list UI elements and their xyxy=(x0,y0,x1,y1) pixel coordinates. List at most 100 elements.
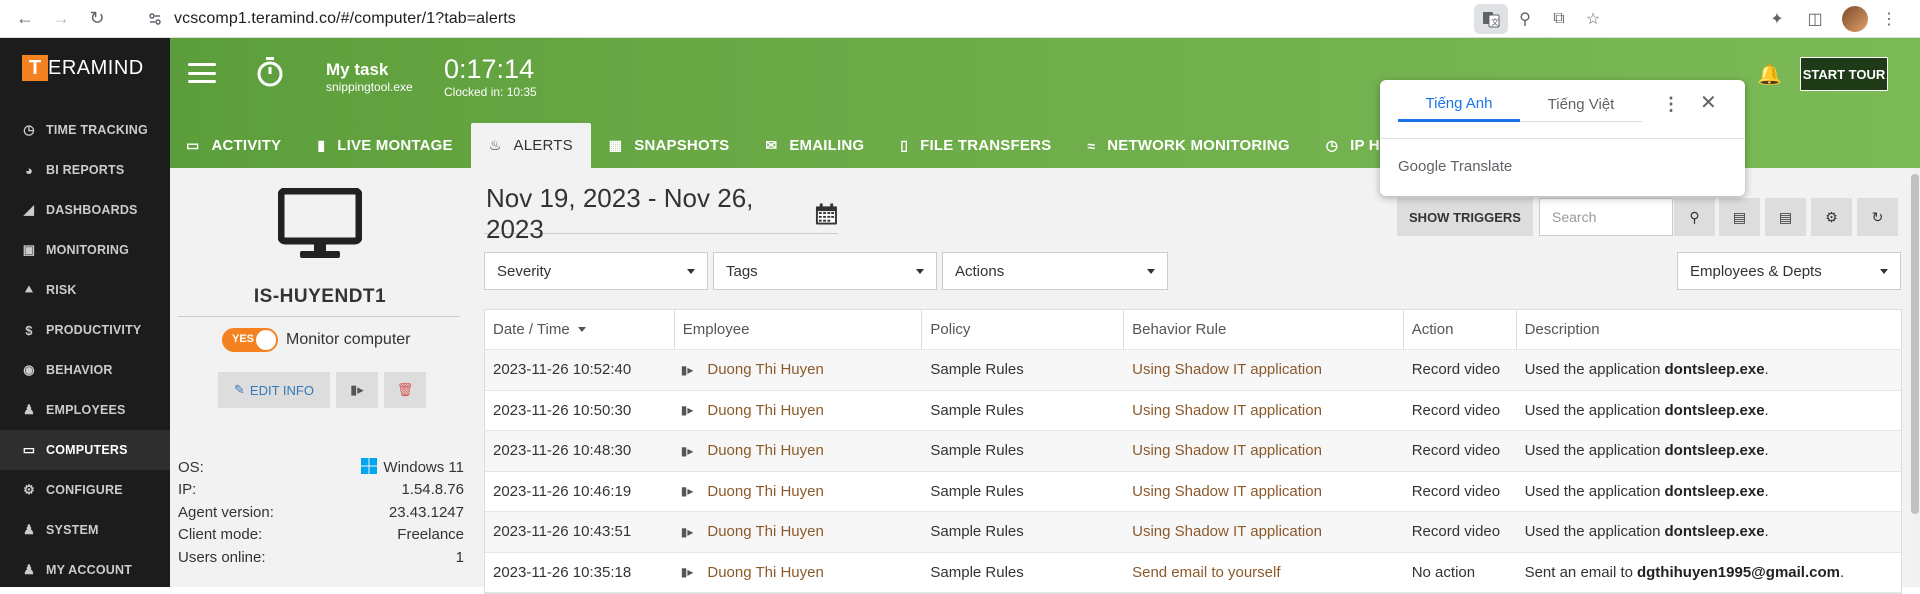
column-header-policy[interactable]: Policy xyxy=(922,310,1125,349)
site-info-icon[interactable] xyxy=(146,10,164,28)
teramind-logo[interactable]: T ERAMIND xyxy=(0,38,170,98)
share-icon[interactable]: ⧉ xyxy=(1542,4,1576,34)
behavior-rule-link[interactable]: Using Shadow IT application xyxy=(1124,472,1404,512)
sidebar-item-dashboards[interactable]: ◢ DASHBOARDS xyxy=(0,190,170,230)
column-header-description[interactable]: Description xyxy=(1517,310,1901,349)
calendar-icon[interactable] xyxy=(815,202,838,226)
monitor-toggle[interactable]: YES xyxy=(222,328,278,352)
tab-alerts[interactable]: ♨ ALERTS xyxy=(470,123,591,168)
sidebar-item-risk[interactable]: ⯅ RISK xyxy=(0,270,170,310)
side-panel-icon[interactable]: ◫ xyxy=(1798,4,1832,34)
back-icon[interactable]: ← xyxy=(10,4,40,34)
bookmark-star-icon[interactable]: ☆ xyxy=(1576,4,1610,34)
tab-label: LIVE MONTAGE xyxy=(337,137,453,154)
translate-icon[interactable]: 文 xyxy=(1474,4,1508,34)
behavior-rule-link[interactable]: Using Shadow IT application xyxy=(1124,391,1404,431)
sidebar-item-system[interactable]: ♟ SYSTEM xyxy=(0,510,170,550)
refresh-icon[interactable]: ↻ xyxy=(1857,198,1898,236)
video-camera-button[interactable]: ▮▸ xyxy=(336,372,378,408)
sidebar-item-configure[interactable]: ⚙ CONFIGURE xyxy=(0,470,170,510)
edit-info-button[interactable]: ✎ EDIT INFO xyxy=(218,372,330,408)
sidebar-item-my-account[interactable]: ♟ MY ACCOUNT xyxy=(0,550,170,590)
dropdown-label: Severity xyxy=(497,262,552,280)
sidebar-item-employees[interactable]: ♟ EMPLOYEES xyxy=(0,390,170,430)
export-csv-icon[interactable]: ▤ xyxy=(1719,198,1760,236)
scrollbar-thumb[interactable] xyxy=(1911,174,1919,514)
video-camera-icon[interactable]: ▮▸ xyxy=(681,525,694,539)
tab-network-monitoring[interactable]: ≈ NETWORK MONITORING xyxy=(1069,123,1307,168)
tab-emailing[interactable]: ✉ EMAILING xyxy=(747,123,882,168)
translate-tab-source[interactable]: Tiếng Anh xyxy=(1398,88,1520,122)
sidebar-item-monitoring[interactable]: ▣ MONITORING xyxy=(0,230,170,270)
behavior-rule-link[interactable]: Using Shadow IT application xyxy=(1124,512,1404,552)
sidebar-item-computers[interactable]: ▭ COMPUTERS xyxy=(0,430,170,470)
sidebar-item-behavior[interactable]: ◉ BEHAVIOR xyxy=(0,350,170,390)
sidebar-item-productivity[interactable]: $ PRODUCTIVITY xyxy=(0,310,170,350)
cell-description: Used the application dontsleep.exe. xyxy=(1517,472,1901,512)
sidebar-item-time-tracking[interactable]: ◷ TIME TRACKING xyxy=(0,110,170,150)
table-row[interactable]: 2023-11-26 10:48:30 ▮▸ Duong Thi Huyen Samp… xyxy=(485,431,1901,472)
profile-avatar[interactable] xyxy=(1842,6,1868,32)
employee-link[interactable]: Duong Thi Huyen xyxy=(707,564,823,581)
column-header-employee[interactable]: Employee xyxy=(675,310,923,349)
description-suffix: . xyxy=(1764,442,1769,460)
dollar-icon: $ xyxy=(25,322,33,338)
video-camera-icon[interactable]: ▮▸ xyxy=(681,484,694,498)
delete-button[interactable]: 🗑 xyxy=(384,372,426,408)
tags-dropdown[interactable]: Tags xyxy=(713,252,937,290)
behavior-rule-link[interactable]: Using Shadow IT application xyxy=(1124,431,1404,471)
tab-activity[interactable]: ▭ ACTIVITY xyxy=(170,123,299,168)
show-triggers-button[interactable]: SHOW TRIGGERS xyxy=(1397,198,1533,236)
employee-link[interactable]: Duong Thi Huyen xyxy=(707,523,823,540)
table-row[interactable]: 2023-11-26 10:43:51 ▮▸ Duong Thi Huyen Samp… xyxy=(485,512,1901,553)
browser-toolbar: ← → ↻ vcscomp1.teramind.co/#/computer/1?… xyxy=(0,0,1920,38)
video-camera-icon[interactable]: ▮▸ xyxy=(681,444,694,458)
tab-live-montage[interactable]: ▮ LIVE MONTAGE xyxy=(299,123,470,168)
reload-icon[interactable]: ↻ xyxy=(82,4,112,34)
sidebar-item-bi-reports[interactable]: ◕ BI REPORTS xyxy=(0,150,170,190)
behavior-rule-link[interactable]: Using Shadow IT application xyxy=(1124,350,1404,390)
gear-icon[interactable]: ⚙ xyxy=(1811,198,1852,236)
extensions-icon[interactable]: ✦ xyxy=(1760,4,1794,34)
date-range-picker[interactable]: Nov 19, 2023 - Nov 26, 2023 xyxy=(484,183,838,244)
stopwatch-icon[interactable] xyxy=(256,56,284,88)
column-header-datetime[interactable]: Date / Time xyxy=(485,310,675,349)
url-text[interactable]: vcscomp1.teramind.co/#/computer/1?tab=al… xyxy=(174,10,516,28)
header-label: Date / Time xyxy=(493,321,570,338)
forward-icon[interactable]: → xyxy=(46,4,76,34)
search-icon[interactable]: ⚲ xyxy=(1674,198,1715,236)
more-options-icon[interactable]: ⋮ xyxy=(1662,94,1680,115)
search-input[interactable]: Search xyxy=(1539,198,1673,236)
start-tour-button[interactable]: START TOUR xyxy=(1800,57,1888,91)
description-subject: dontsleep.exe xyxy=(1664,361,1765,379)
employee-link[interactable]: Duong Thi Huyen xyxy=(707,402,823,419)
export-pdf-icon[interactable]: ▤ xyxy=(1765,198,1806,236)
video-camera-icon[interactable]: ▮▸ xyxy=(681,403,694,417)
chevron-down-icon xyxy=(916,268,924,274)
tab-file-transfers[interactable]: ▯ FILE TRANSFERS xyxy=(882,123,1069,168)
employee-link[interactable]: Duong Thi Huyen xyxy=(707,361,823,378)
table-row[interactable]: 2023-11-26 10:46:19 ▮▸ Duong Thi Huyen Samp… xyxy=(485,472,1901,512)
table-row[interactable]: 2023-11-26 10:50:30 ▮▸ Duong Thi Huyen Samp… xyxy=(485,391,1901,431)
column-header-behavior-rule[interactable]: Behavior Rule xyxy=(1124,310,1404,349)
address-bar[interactable]: vcscomp1.teramind.co/#/computer/1?tab=al… xyxy=(140,4,1610,34)
translate-tab-target[interactable]: Tiếng Việt xyxy=(1520,88,1642,122)
employee-link[interactable]: Duong Thi Huyen xyxy=(707,442,823,459)
close-icon[interactable]: ✕ xyxy=(1700,90,1717,115)
employees-depts-dropdown[interactable]: Employees & Depts xyxy=(1677,252,1901,290)
employee-link[interactable]: Duong Thi Huyen xyxy=(707,483,823,500)
video-camera-icon[interactable]: ▮▸ xyxy=(681,565,694,579)
severity-dropdown[interactable]: Severity xyxy=(484,252,708,290)
alerts-panel: Nov 19, 2023 - Nov 26, 2023 SHOW TRIGGER… xyxy=(484,168,1920,594)
notifications-bell-icon[interactable]: 🔔 xyxy=(1757,62,1782,87)
menu-kebab-icon[interactable]: ⋮ xyxy=(1872,4,1906,34)
tab-snapshots[interactable]: ▦ SNAPSHOTS xyxy=(591,123,748,168)
actions-dropdown[interactable]: Actions xyxy=(942,252,1168,290)
video-camera-icon[interactable]: ▮▸ xyxy=(681,363,694,377)
current-task[interactable]: My task snippingtool.exe xyxy=(326,60,413,94)
zoom-icon[interactable]: ⚲ xyxy=(1508,4,1542,34)
behavior-rule-link[interactable]: Send email to yourself xyxy=(1124,553,1404,593)
table-row[interactable]: 2023-11-26 10:52:40 ▮▸ Duong Thi Huyen Samp… xyxy=(485,350,1901,391)
hamburger-menu-icon[interactable] xyxy=(188,63,216,83)
column-header-action[interactable]: Action xyxy=(1404,310,1517,349)
